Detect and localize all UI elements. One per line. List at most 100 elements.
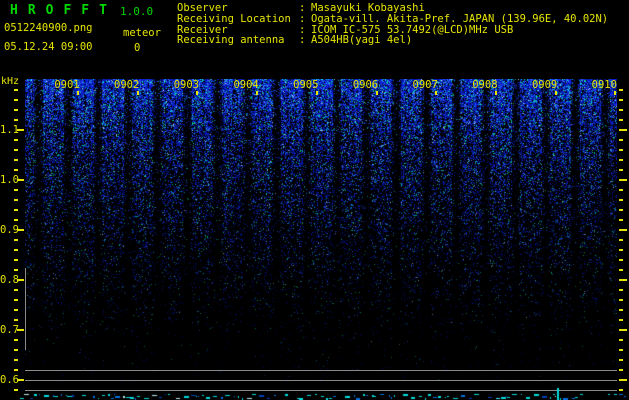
reference-line bbox=[25, 370, 617, 371]
y-axis-tick-label: 0.9 bbox=[0, 224, 19, 236]
y-axis-minor-tick-right bbox=[619, 269, 623, 271]
y-axis-minor-tick-right bbox=[619, 289, 623, 291]
y-axis-minor-tick-right bbox=[619, 349, 623, 351]
y-axis-major-tick-left bbox=[17, 129, 24, 131]
info-separator: : bbox=[299, 34, 306, 47]
y-axis-minor-tick-left bbox=[14, 89, 18, 91]
y-axis-minor-tick-right bbox=[619, 319, 623, 321]
hrofft-output-image: { "header": { "app_title": "HROFFT", "ve… bbox=[0, 0, 629, 400]
y-axis-major-tick-left bbox=[17, 329, 24, 331]
left-axis-line bbox=[25, 268, 26, 350]
y-axis-tick-label: 0.6 bbox=[0, 374, 19, 386]
info-row: Receiving antenna: A504HB(yagi 4el) bbox=[177, 35, 608, 46]
y-axis-major-tick-right bbox=[619, 329, 627, 331]
x-axis-time-label: 0903 bbox=[173, 79, 200, 91]
y-axis-minor-tick-left bbox=[14, 209, 18, 211]
y-axis-minor-tick-left bbox=[14, 389, 18, 391]
y-axis-minor-tick-right bbox=[619, 369, 623, 371]
x-axis-minute-tick bbox=[376, 91, 378, 95]
y-axis-minor-tick-right bbox=[619, 299, 623, 301]
y-axis-major-tick-left bbox=[17, 179, 24, 181]
output-filename: 0512240900.png bbox=[4, 22, 93, 34]
y-axis-minor-tick-left bbox=[14, 219, 18, 221]
y-axis-major-tick-left bbox=[17, 379, 24, 381]
y-axis-minor-tick-left bbox=[14, 349, 18, 351]
y-axis-minor-tick-left bbox=[14, 289, 18, 291]
x-axis-minute-tick bbox=[77, 91, 79, 95]
info-value: A504HB(yagi 4el) bbox=[311, 34, 413, 47]
y-axis-minor-tick-right bbox=[619, 169, 623, 171]
x-axis-minute-tick bbox=[316, 91, 318, 95]
x-axis-time-label: 0904 bbox=[233, 79, 259, 91]
y-axis-minor-tick-left bbox=[14, 149, 18, 151]
reference-line bbox=[25, 380, 617, 381]
y-axis-tick-label: 0.7 bbox=[0, 324, 19, 336]
y-axis-unit-label: kHz bbox=[1, 76, 20, 87]
x-axis-minute-tick bbox=[555, 91, 557, 95]
y-axis-minor-tick-right bbox=[619, 109, 623, 111]
y-axis-minor-tick-right bbox=[619, 309, 623, 311]
y-axis-minor-tick-left bbox=[14, 249, 18, 251]
y-axis-major-tick-right bbox=[619, 229, 627, 231]
observer-info-table: Observer: Masayuki Kobayashi Receiving Loc… bbox=[177, 3, 608, 46]
y-axis-major-tick-right bbox=[619, 379, 627, 381]
x-axis-minute-tick bbox=[137, 91, 139, 95]
x-axis-time-label: 0907 bbox=[412, 79, 438, 91]
info-separator: : bbox=[299, 12, 306, 25]
y-axis-minor-tick-left bbox=[14, 339, 18, 341]
y-axis-major-tick-left bbox=[17, 229, 24, 231]
observation-datetime: 05.12.24 09:00 bbox=[4, 41, 93, 53]
y-axis-minor-tick-left bbox=[14, 239, 18, 241]
y-axis-minor-tick-right bbox=[619, 359, 623, 361]
app-version: 1.0.0 bbox=[120, 5, 154, 18]
y-axis-minor-tick-left bbox=[14, 269, 18, 271]
y-axis-minor-tick-left bbox=[14, 119, 18, 121]
info-label: Receiving antenna bbox=[177, 34, 285, 47]
meteor-count-label: meteor bbox=[123, 27, 161, 39]
y-axis-minor-tick-right bbox=[619, 199, 623, 201]
y-axis-minor-tick-right bbox=[619, 239, 623, 241]
x-axis-time-label: 0910 bbox=[591, 79, 617, 91]
y-axis-minor-tick-left bbox=[14, 299, 18, 301]
info-value: Ogata-vill. Akita-Pref. JAPAN (139.96E, … bbox=[311, 12, 609, 25]
info-row: Receiving Location: Ogata-vill. Akita-Pre… bbox=[177, 12, 609, 25]
y-axis-major-tick-left bbox=[17, 279, 24, 281]
y-axis-minor-tick-right bbox=[619, 139, 623, 141]
y-axis-minor-tick-right bbox=[619, 249, 623, 251]
spectrogram-canvas bbox=[25, 79, 617, 380]
y-axis-minor-tick-left bbox=[14, 199, 18, 201]
y-axis-major-tick-right bbox=[619, 179, 627, 181]
y-axis-minor-tick-right bbox=[619, 89, 623, 91]
x-axis-time-label: 0905 bbox=[293, 79, 319, 91]
y-axis-minor-tick-right bbox=[619, 259, 623, 261]
x-axis-time-label: 0901 bbox=[54, 79, 80, 91]
app-title: HROFFT bbox=[10, 3, 117, 18]
y-axis-minor-tick-right bbox=[619, 159, 623, 161]
x-axis-time-label: 0906 bbox=[352, 79, 379, 91]
y-axis-minor-tick-left bbox=[14, 139, 18, 141]
y-axis-tick-label: 1.1 bbox=[0, 124, 19, 136]
y-axis-minor-tick-right bbox=[619, 119, 623, 121]
x-axis-minute-tick bbox=[196, 91, 198, 95]
x-axis-minute-tick bbox=[435, 91, 437, 95]
y-axis-minor-tick-left bbox=[14, 189, 18, 191]
y-axis-major-tick-right bbox=[619, 129, 627, 131]
info-label: Receiving Location bbox=[177, 12, 291, 25]
y-axis-tick-label: 0.8 bbox=[0, 274, 19, 286]
x-axis-time-label: 0909 bbox=[531, 79, 558, 91]
y-axis-minor-tick-right bbox=[619, 209, 623, 211]
y-axis-minor-tick-right bbox=[619, 339, 623, 341]
y-axis-tick-label: 1.0 bbox=[0, 174, 19, 186]
x-axis-time-label: 0908 bbox=[472, 79, 498, 91]
y-axis-minor-tick-left bbox=[14, 109, 18, 111]
y-axis-minor-tick-left bbox=[14, 169, 18, 171]
y-axis-minor-tick-left bbox=[14, 319, 18, 321]
y-axis-major-tick-right bbox=[619, 279, 627, 281]
y-axis-minor-tick-right bbox=[619, 189, 623, 191]
x-axis-time-label: 0902 bbox=[114, 79, 140, 91]
meteor-count-value: 0 bbox=[134, 42, 141, 54]
y-axis-minor-tick-left bbox=[14, 359, 18, 361]
y-axis-minor-tick-left bbox=[14, 99, 18, 101]
y-axis-minor-tick-left bbox=[14, 369, 18, 371]
x-axis-minute-tick bbox=[495, 91, 497, 95]
